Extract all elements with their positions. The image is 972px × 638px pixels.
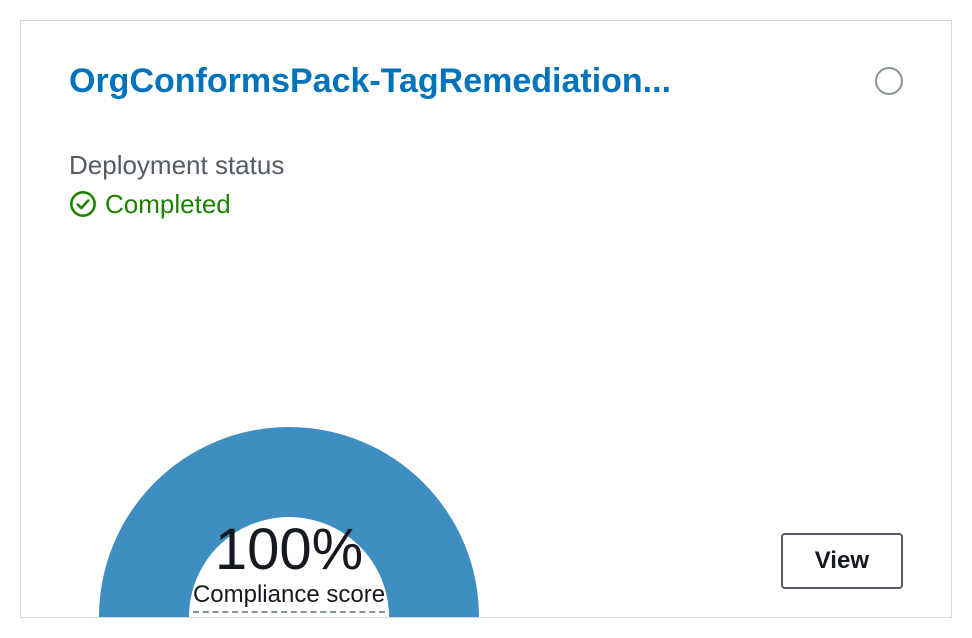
status-value-row: Completed	[69, 189, 903, 220]
view-button[interactable]: View	[781, 533, 903, 589]
status-label: Deployment status	[69, 150, 903, 181]
pack-title-link[interactable]: OrgConformsPack-TagRemediation...	[69, 61, 671, 102]
status-text: Completed	[105, 189, 231, 220]
gauge-container: 100% Compliance score	[69, 397, 509, 617]
compliance-gauge-section: 100% Compliance score	[69, 397, 509, 617]
select-radio[interactable]	[875, 67, 903, 95]
compliance-percentage: 100%	[69, 521, 509, 579]
conformance-pack-card: OrgConformsPack-TagRemediation... Deploy…	[20, 20, 952, 618]
gauge-text-group: 100% Compliance score	[69, 521, 509, 613]
card-header: OrgConformsPack-TagRemediation...	[69, 61, 903, 102]
check-circle-icon	[69, 190, 97, 218]
compliance-score-label[interactable]: Compliance score	[193, 581, 385, 613]
deployment-status-section: Deployment status Completed	[69, 150, 903, 220]
